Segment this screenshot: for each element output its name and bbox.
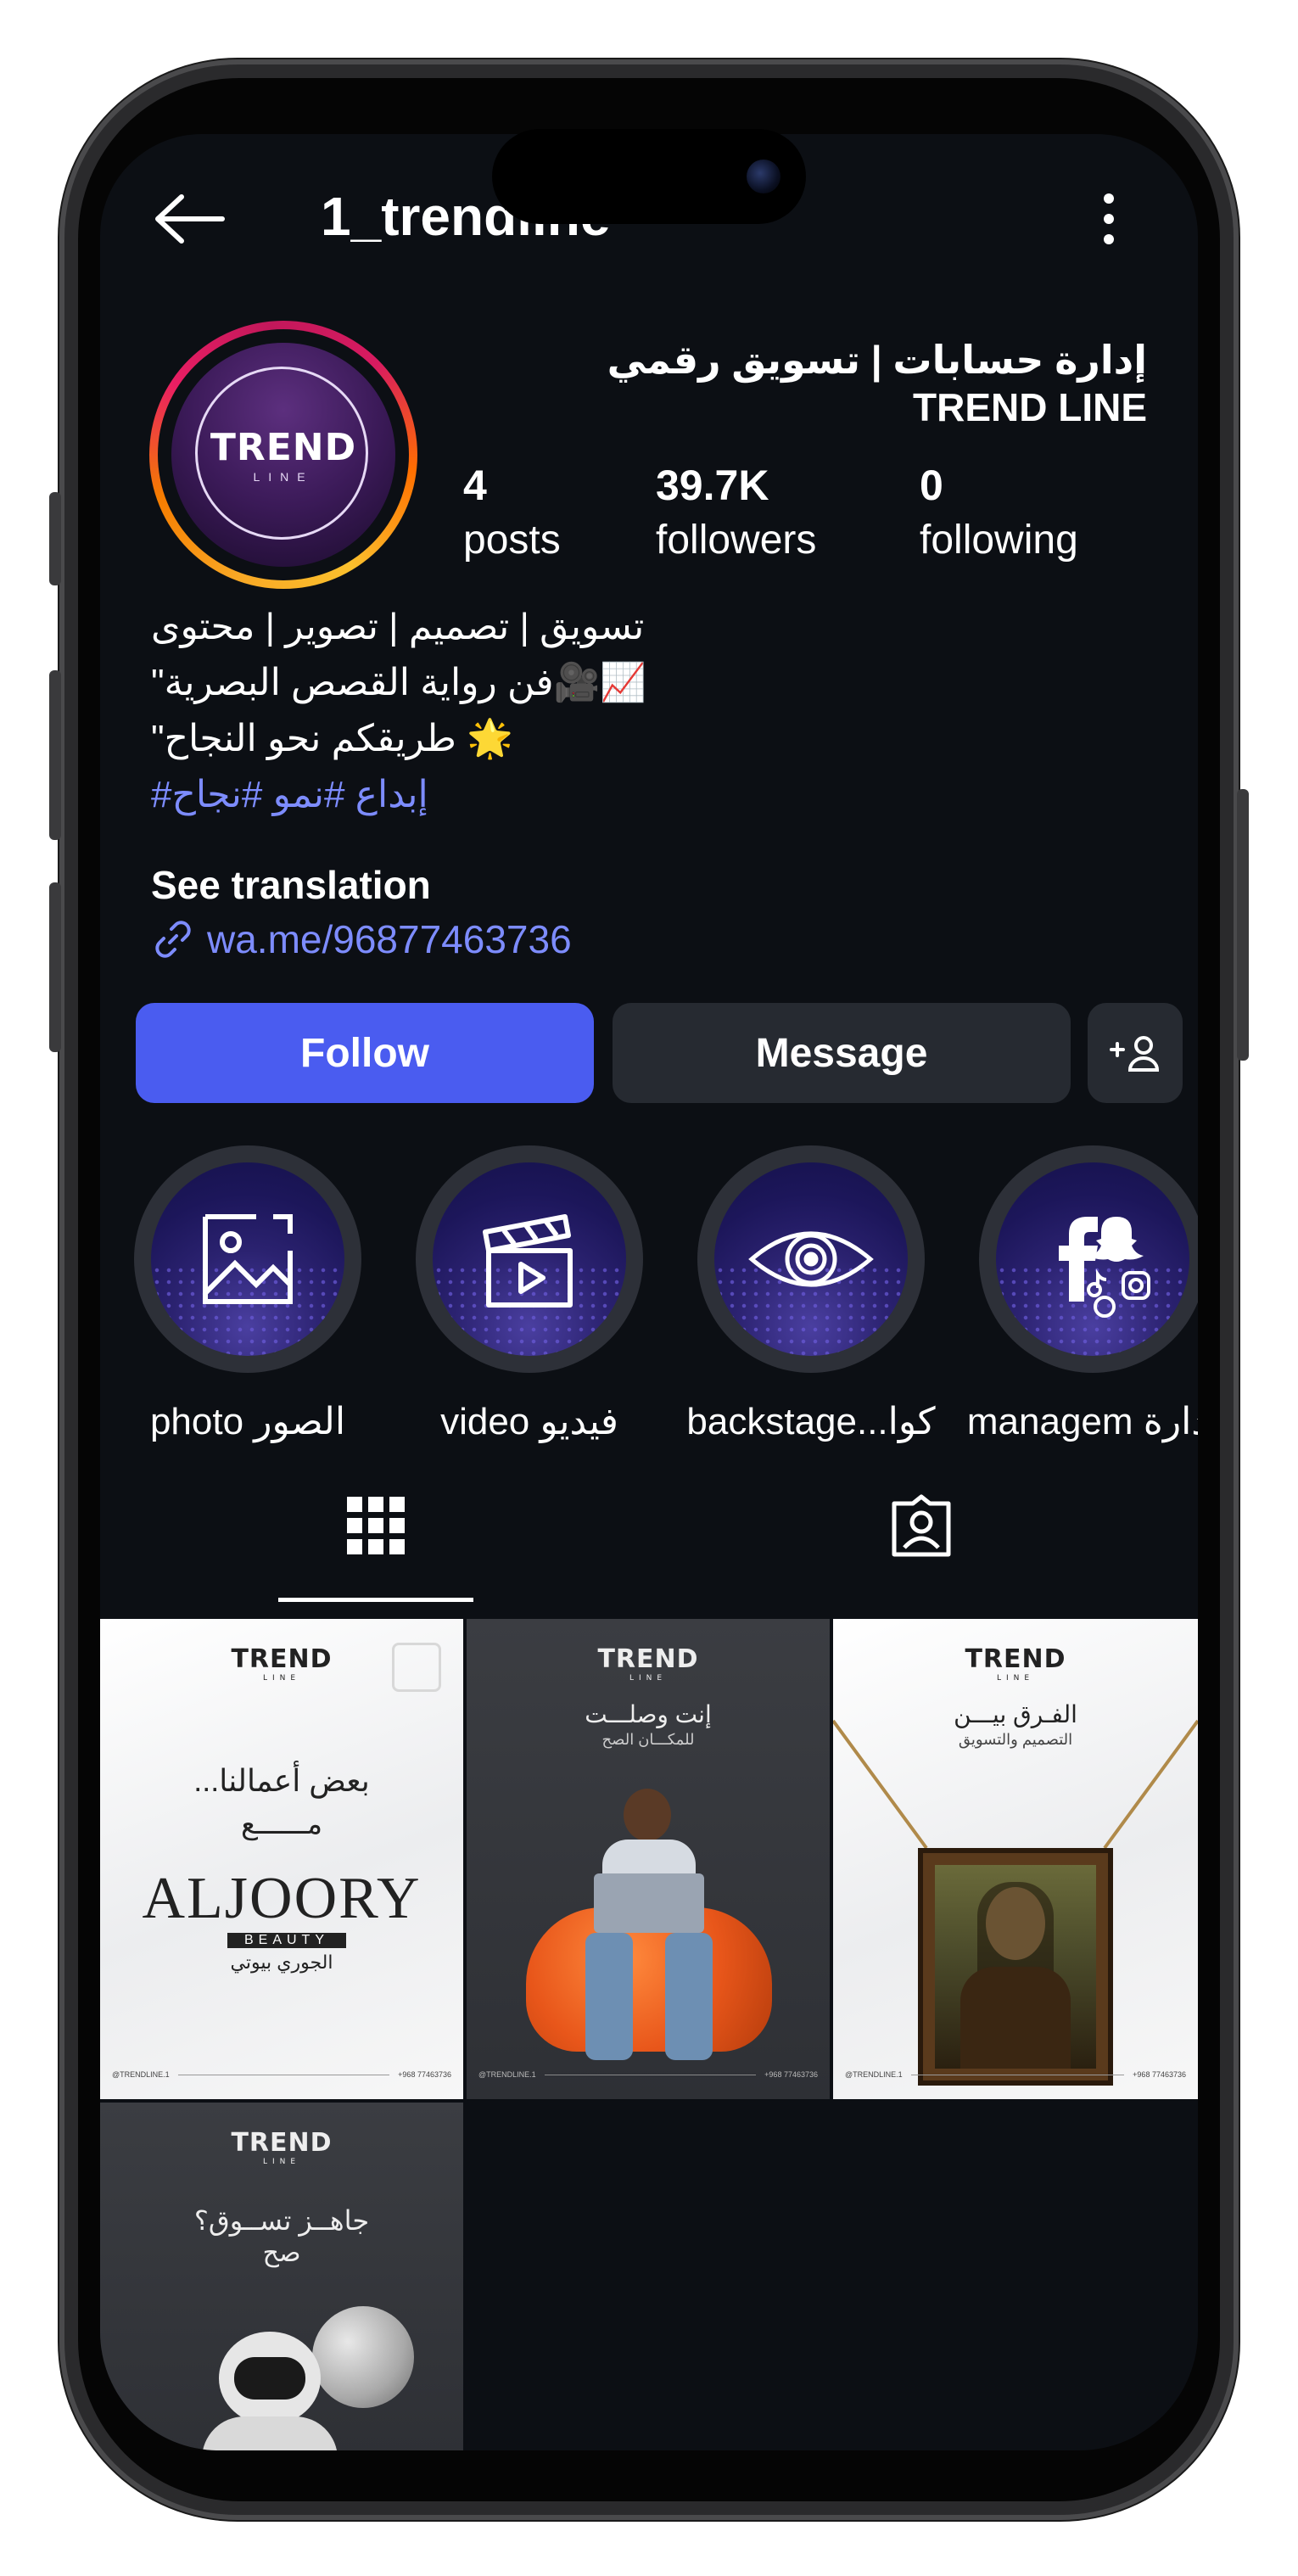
front-camera (747, 160, 780, 193)
highlight-label: managem إدارة (966, 1401, 1198, 1442)
clapperboard-icon (483, 1214, 573, 1308)
stat-followers[interactable]: 39.7K followers (656, 461, 816, 563)
phone-button-volume-down (49, 882, 61, 1052)
highlight-management[interactable]: managem إدارة (967, 1145, 1198, 1442)
highlight-label: video فيديو (440, 1401, 618, 1442)
bio-hashtags[interactable]: إبداع #نمو #نجاح# (151, 767, 999, 823)
highlight-photo[interactable]: photo الصور (134, 1145, 361, 1442)
post-footer: @TRENDLINE.1 +968 77463736 (112, 2070, 451, 2079)
stat-followers-value: 39.7K (656, 462, 769, 509)
post-footer: @TRENDLINE.1 +968 77463736 (845, 2070, 1186, 2079)
bio-line: 📈🎥فن رواية القصص البصرية" (151, 662, 647, 703)
phone-button-silent (49, 492, 61, 585)
post-brand: TREND LINE (597, 1644, 699, 1683)
bio-line: 🌟 طريقكم نحو النجاح" (151, 718, 513, 759)
image-icon (203, 1214, 293, 1304)
carousel-icon (392, 1643, 441, 1692)
suggested-people-button[interactable] (1088, 1003, 1183, 1103)
post-headline: إنت وصلـــت (585, 1701, 712, 1728)
highlight-video[interactable]: video فيديو (416, 1145, 643, 1442)
profile-link-text: wa.me/96877463736 (207, 917, 572, 961)
profile-full-name: إدارة حسابات | تسويق رقمي TREND LINE (607, 338, 1147, 429)
post-client-logo-ar: الجوري بيوتي (230, 1952, 333, 1973)
stat-posts[interactable]: 4 posts (463, 461, 561, 563)
post-client-logo: ALJOORY (142, 1866, 422, 1931)
post-client-logo-sub: BEAUTY (227, 1933, 346, 1948)
moon (312, 2306, 414, 2408)
post-subheadline: صح (262, 2239, 301, 2267)
eye-icon (748, 1231, 874, 1287)
profile-avatar[interactable]: TREND LINE (149, 321, 417, 589)
stat-following-value: 0 (920, 462, 943, 509)
grid-icon[interactable] (342, 1492, 410, 1560)
stat-following-label: following (920, 518, 1078, 563)
avatar-logo-title: TREND (210, 426, 357, 469)
tagged-person-icon[interactable] (887, 1492, 955, 1560)
instagram-profile-screen: 1_trendline TREND LINE إدارة حسابات | تس… (100, 134, 1198, 2450)
add-person-icon (1110, 1036, 1160, 1072)
post-tile[interactable]: TREND LINE الفـرق بيـــن التصميم والتسويق… (833, 1619, 1198, 2099)
astronaut-helmet (219, 2332, 321, 2425)
laptop (594, 1873, 704, 1933)
highlight-backstage[interactable]: backstage...كوا (686, 1145, 936, 1442)
post-headline: جاهــز تســوق؟ (193, 2205, 370, 2236)
post-tile[interactable]: TREND LINE جاهــز تســوق؟ صح (100, 2103, 463, 2450)
see-translation-link[interactable]: See translation (151, 862, 431, 908)
post-brand: TREND LINE (231, 2128, 333, 2166)
stat-followers-label: followers (656, 518, 817, 563)
profile-link[interactable]: wa.me/96877463736 (151, 916, 572, 962)
active-tab-indicator (278, 1598, 473, 1602)
post-headline: بعض أعمالنا... (193, 1763, 370, 1798)
phone-button-volume-up (49, 670, 61, 840)
link-icon (155, 921, 191, 958)
painting-frame (918, 1848, 1113, 2086)
astronaut-body (202, 2416, 338, 2450)
stat-following[interactable]: 0 following (920, 461, 1078, 563)
post-subheadline: مــــــع (240, 1808, 323, 1840)
post-footer: @TRENDLINE.1 +968 77463736 (478, 2070, 818, 2079)
social-media-icon (1059, 1217, 1150, 1318)
back-arrow-icon[interactable] (151, 193, 227, 244)
stat-posts-label: posts (463, 518, 561, 563)
phone-button-power (1237, 789, 1249, 1061)
person-leg (585, 1933, 633, 2060)
post-brand: TREND LINE (965, 1644, 1066, 1683)
follow-button[interactable]: Follow (136, 1003, 594, 1103)
person-head (624, 1789, 671, 1841)
more-options-icon[interactable] (1100, 193, 1117, 253)
dynamic-island (492, 129, 806, 224)
highlight-label: backstage...كوا (686, 1401, 936, 1442)
profile-bio: تسويق | تصميم | تصوير | محتوى 📈🎥فن رواية… (151, 599, 999, 823)
post-tile[interactable]: TREND LINE بعض أعمالنا... مــــــع ALJOOR… (100, 1619, 463, 2099)
mona-lisa-painting (935, 1865, 1096, 2069)
avatar-logo-subtitle: LINE (253, 470, 314, 484)
person-leg (665, 1933, 713, 2060)
post-tile[interactable]: TREND LINE إنت وصلـــت للمكـــان الصح @TR… (467, 1619, 830, 2099)
bio-line: تسويق | تصميم | تصوير | محتوى (151, 606, 645, 647)
post-subheadline: للمكـــان الصح (601, 1731, 695, 1748)
message-button[interactable]: Message (613, 1003, 1071, 1103)
highlight-label: photo الصور (149, 1401, 346, 1442)
stat-posts-value: 4 (463, 462, 487, 509)
